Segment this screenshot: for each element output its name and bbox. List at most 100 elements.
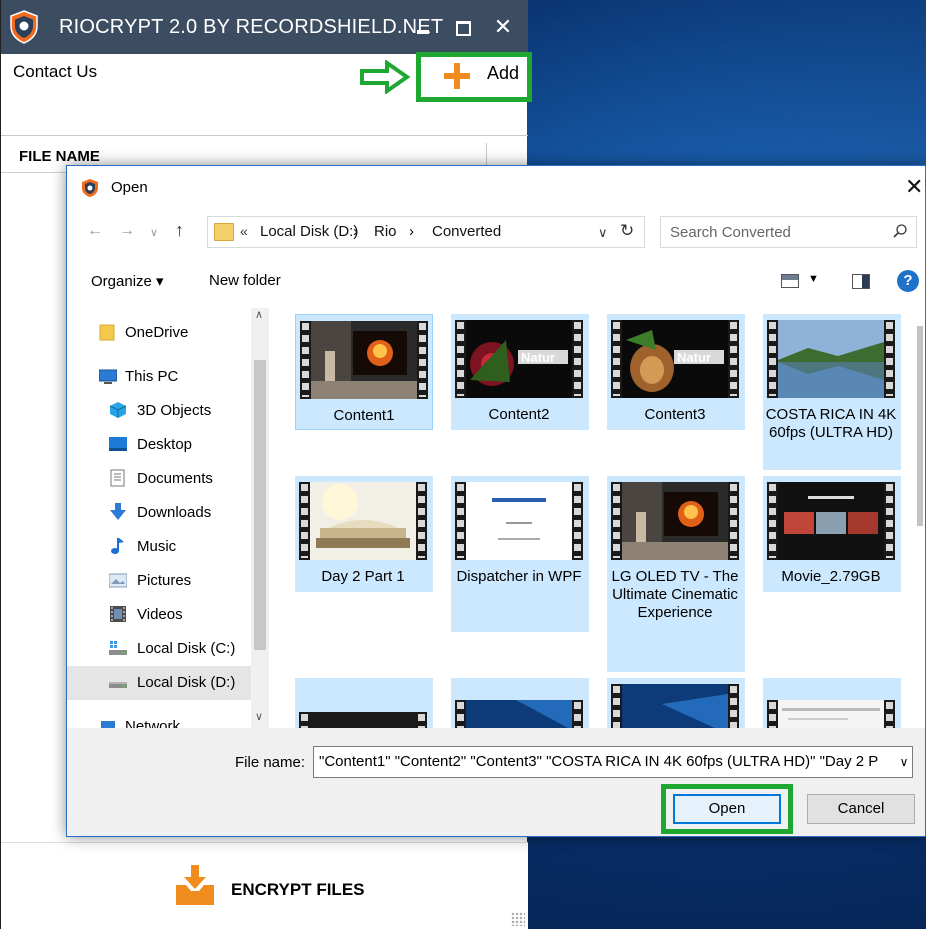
refresh-icon[interactable]: ↻ [620,221,634,241]
dialog-close-button[interactable]: ✕ [905,174,926,200]
navigation-pane: OneDrive This PC 3D Objects Desktop Docu… [67,308,271,728]
forward-arrow-icon[interactable]: → [119,222,135,240]
up-arrow-icon[interactable]: ↑ [175,220,184,241]
open-button[interactable]: Open [673,794,781,824]
search-icon[interactable] [892,223,908,239]
file-tile-costa-rica[interactable]: COSTA RICA IN 4K 60fps (ULTRA HD) [763,314,901,470]
file-name-field[interactable]: "Content1" "Content2" "Content3" "COSTA … [313,746,913,778]
breadcrumb-separator[interactable]: › [353,223,358,240]
search-box[interactable]: Search Converted [660,216,917,248]
file-grid: Content1 Natur Content2 Natur Content3 C… [283,308,907,728]
dark-thumbnail [310,712,416,728]
video-thumbnail [611,482,739,560]
encrypt-files-label: ENCRYPT FILES [231,880,365,899]
nav-item-downloads[interactable]: Downloads [67,496,251,530]
film-icon [110,606,126,622]
breadcrumb-local-disk-d[interactable]: Local Disk (D:) [260,223,358,240]
add-button[interactable]: Add [416,52,532,102]
chevron-down-icon[interactable]: ∨ [598,225,608,241]
dialog-titlebar: Open ✕ [67,166,925,210]
green-arrow-icon [360,60,411,94]
contact-us-link[interactable]: Contact Us [13,62,97,82]
breadcrumb-rio[interactable]: Rio [374,223,397,240]
breadcrumb-separator[interactable]: › [409,223,414,240]
file-tile-content2[interactable]: Natur Content2 [451,314,589,430]
video-thumbnail [455,482,583,560]
nav-item-documents[interactable]: Documents [67,462,251,496]
nav-scroll-thumb[interactable] [254,360,266,650]
nav-item-network[interactable]: Network [67,710,251,728]
close-button[interactable]: ✕ [485,10,521,44]
pictures-icon [109,573,127,588]
chevron-down-icon[interactable]: ∨ [896,755,912,769]
document-icon [110,469,125,487]
file-name-column-header: FILE NAME [19,148,100,165]
file-name-value[interactable]: "Content1" "Content2" "Content3" "COSTA … [319,753,878,770]
nav-item-pictures[interactable]: Pictures [67,564,251,598]
file-name-label: File name: [235,754,306,771]
file-tile-day-2-part-1[interactable]: Day 2 Part 1 [295,476,433,592]
nav-item-local-disk-d[interactable]: Local Disk (D:) [67,666,251,700]
file-tile-dispatcher-in-wpf[interactable]: Dispatcher in WPF [451,476,589,632]
file-tile-row3-2[interactable] [451,678,589,728]
recent-locations-chevron-icon[interactable]: ∨ [150,226,158,239]
search-input[interactable]: Search Converted [670,224,791,241]
nav-item-3d-objects[interactable]: 3D Objects [67,394,251,428]
encrypt-files-button[interactable]: ENCRYPT FILES [1,842,528,929]
view-options-chevron-icon[interactable]: ▼ [808,273,819,285]
video-thumbnail [767,482,895,560]
file-tile-content3[interactable]: Natur Content3 [607,314,745,430]
file-tile-movie-2-79gb[interactable]: Movie_2.79GB [763,476,901,592]
address-overflow-chevron[interactable]: « [240,223,248,239]
network-icon [101,721,115,728]
windows-thumbnail [466,700,572,728]
tv-fire-thumbnail [311,321,417,399]
file-grid-scrollbar[interactable] [915,308,925,728]
nav-item-local-disk-c[interactable]: Local Disk (C:) [67,632,251,666]
plus-icon [443,61,471,91]
address-bar[interactable]: « Local Disk (D:) › Rio › Converted ∨ ↻ [207,216,645,248]
desktop-icon [109,437,127,451]
open-file-dialog: Open ✕ ← → ∨ ↑ « Local Disk (D:) › Rio ›… [66,165,926,837]
help-icon[interactable]: ? [897,270,919,292]
cancel-button[interactable]: Cancel [807,794,915,824]
video-thumbnail: Natur [611,320,739,398]
drive-icon [109,682,127,688]
video-thumbnail [300,321,428,399]
file-tile-content1[interactable]: Content1 [295,314,433,430]
nav-pane-scrollbar[interactable]: ∧ ∨ [251,308,269,728]
maximize-button[interactable] [444,10,480,44]
windows-thumbnail [622,684,728,728]
nav-item-music[interactable]: Music [67,530,251,564]
video-thumbnail [299,712,427,728]
app-titlebar: RIOCRYPT 2.0 BY RECORDSHIELD.NET ✕ [1,0,528,54]
back-arrow-icon[interactable]: ← [87,222,103,240]
file-tile-row3-1[interactable] [295,678,433,728]
file-grid-scroll-thumb[interactable] [917,326,923,526]
new-folder-button[interactable]: New folder [209,272,281,289]
file-tile-row3-4[interactable] [763,678,901,728]
breadcrumb-converted[interactable]: Converted [432,223,501,240]
organize-menu[interactable]: Organize ▾ [91,272,164,290]
nav-item-videos[interactable]: Videos [67,598,251,632]
resize-grip[interactable] [511,912,525,926]
change-view-icon[interactable] [781,274,799,288]
add-button-label: Add [487,63,520,83]
nav-item-onedrive[interactable]: OneDrive [67,316,251,350]
scroll-up-icon[interactable]: ∧ [255,308,263,321]
scroll-down-icon[interactable]: ∨ [255,710,263,723]
cube-icon [109,402,127,418]
minimize-button[interactable] [405,10,441,44]
nav-item-this-pc[interactable]: This PC [67,360,251,394]
file-tile-lg-oled-tv[interactable]: LG OLED TV - The Ultimate Cinematic Expe… [607,476,745,672]
folder-icon [99,324,115,341]
nature-lion-thumbnail: Natur [622,320,728,398]
shield-logo-icon [10,10,38,44]
preview-pane-icon[interactable] [852,274,870,289]
download-arrow-icon [110,503,126,520]
app-divider [1,135,528,136]
video-thumbnail [767,320,895,398]
file-tile-row3-3[interactable] [607,678,745,728]
svg-text:Natur: Natur [521,350,555,365]
nav-item-desktop[interactable]: Desktop [67,428,251,462]
